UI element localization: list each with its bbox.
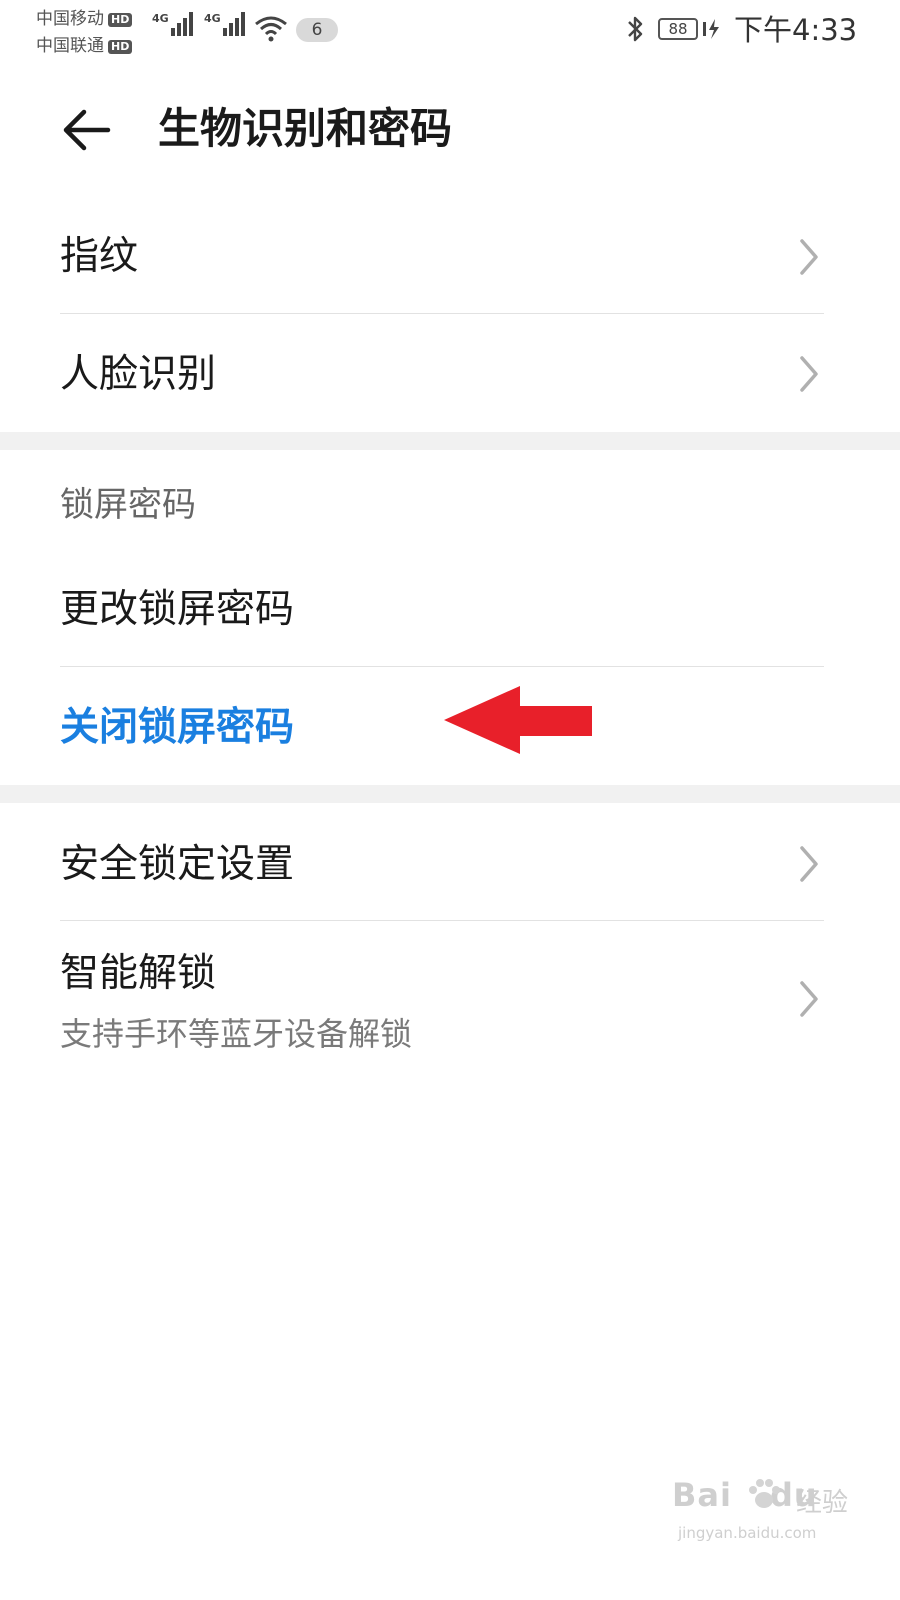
hd-badge: HD: [108, 39, 133, 54]
list-item-security-lock[interactable]: 安全锁定设置: [0, 804, 900, 920]
clock: 下午4:33: [734, 13, 858, 47]
change-lock-password-item[interactable]: 更改锁屏密码: [0, 555, 900, 665]
carrier-1-label: 中国移动: [36, 9, 104, 29]
list-item-smart-unlock[interactable]: 智能解锁 支持手环等蓝牙设备解锁: [0, 921, 900, 1071]
notification-count-badge: 6: [296, 18, 338, 42]
hd-badge: HD: [108, 12, 133, 27]
signal-icon: 4G: [204, 12, 247, 36]
network-type-label: 4G: [152, 12, 169, 25]
arrow-left-icon: [63, 109, 111, 151]
list-item-face-recognition[interactable]: 人脸识别: [0, 314, 900, 430]
list-item-label: 关闭锁屏密码: [60, 705, 295, 750]
red-arrow-icon: [444, 686, 592, 754]
watermark-tag: 经验: [796, 1488, 849, 1518]
bluetooth-icon: [628, 16, 643, 42]
watermark-url: jingyan.baidu.com: [678, 1524, 817, 1542]
paw-icon: [749, 1479, 780, 1508]
section-gap: [0, 432, 900, 450]
wifi-icon: [255, 16, 287, 42]
chevron-right-icon: [800, 239, 818, 275]
section-title: 锁屏密码: [60, 485, 196, 525]
back-button[interactable]: [60, 102, 116, 158]
list-item-label: 安全锁定设置: [60, 842, 295, 887]
signal-icon: 4G: [152, 12, 195, 36]
charging-icon: [703, 19, 719, 39]
list-item-label: 智能解锁: [60, 951, 217, 996]
list-item-label: 指纹: [60, 234, 139, 279]
baidu-watermark: Bai du 经验 jingyan.baidu.com: [672, 1476, 852, 1556]
list-item-label: 更改锁屏密码: [60, 587, 295, 632]
section-gap: [0, 785, 900, 803]
status-bar: 中国移动 HD 中国联通 HD 4G 4G 6 88 下午4:33: [0, 0, 900, 62]
network-type-label: 4G: [204, 12, 221, 25]
battery-icon: 88: [658, 18, 698, 40]
chevron-right-icon: [800, 846, 818, 882]
chevron-right-icon: [800, 356, 818, 392]
app-header: 生物识别和密码: [0, 62, 900, 200]
list-item-fingerprint[interactable]: 指纹: [0, 200, 900, 314]
page-title: 生物识别和密码: [158, 104, 453, 153]
chevron-right-icon: [800, 981, 818, 1017]
carrier-info: 中国移动 HD 中国联通 HD: [36, 6, 133, 60]
list-item-subtitle: 支持手环等蓝牙设备解锁: [60, 1015, 413, 1053]
list-item-label: 人脸识别: [60, 352, 217, 397]
carrier-2-label: 中国联通: [36, 36, 104, 56]
